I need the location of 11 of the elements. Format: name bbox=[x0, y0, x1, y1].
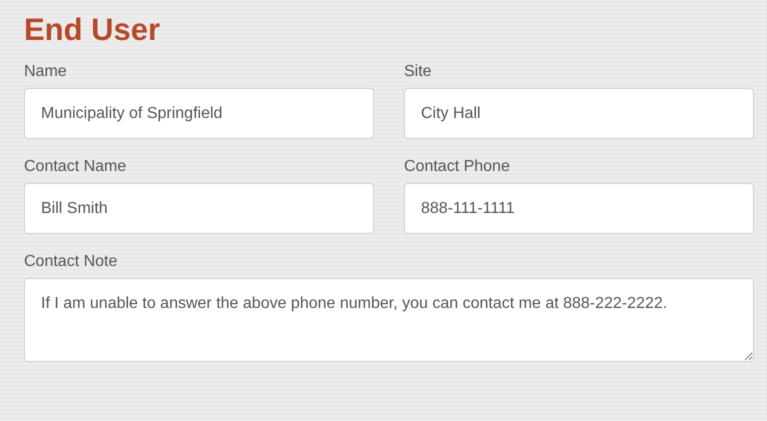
section-heading: End User bbox=[24, 11, 162, 49]
field-label: Contact Note bbox=[24, 252, 118, 272]
field-label: Site bbox=[404, 62, 433, 82]
text-field[interactable]: Bill Smith bbox=[24, 183, 374, 234]
text-field[interactable]: Municipality of Springfield bbox=[24, 88, 374, 139]
text-field[interactable]: 888-111-1111 bbox=[404, 183, 754, 234]
field-label: Contact Phone bbox=[404, 157, 511, 177]
text-field[interactable]: City Hall bbox=[404, 88, 754, 139]
text-area[interactable]: If I am unable to answer the above phone number, you can contact me at 888-222-2222. bbox=[24, 278, 754, 362]
field-label: Contact Name bbox=[24, 157, 128, 177]
field-label: Name bbox=[24, 62, 68, 82]
